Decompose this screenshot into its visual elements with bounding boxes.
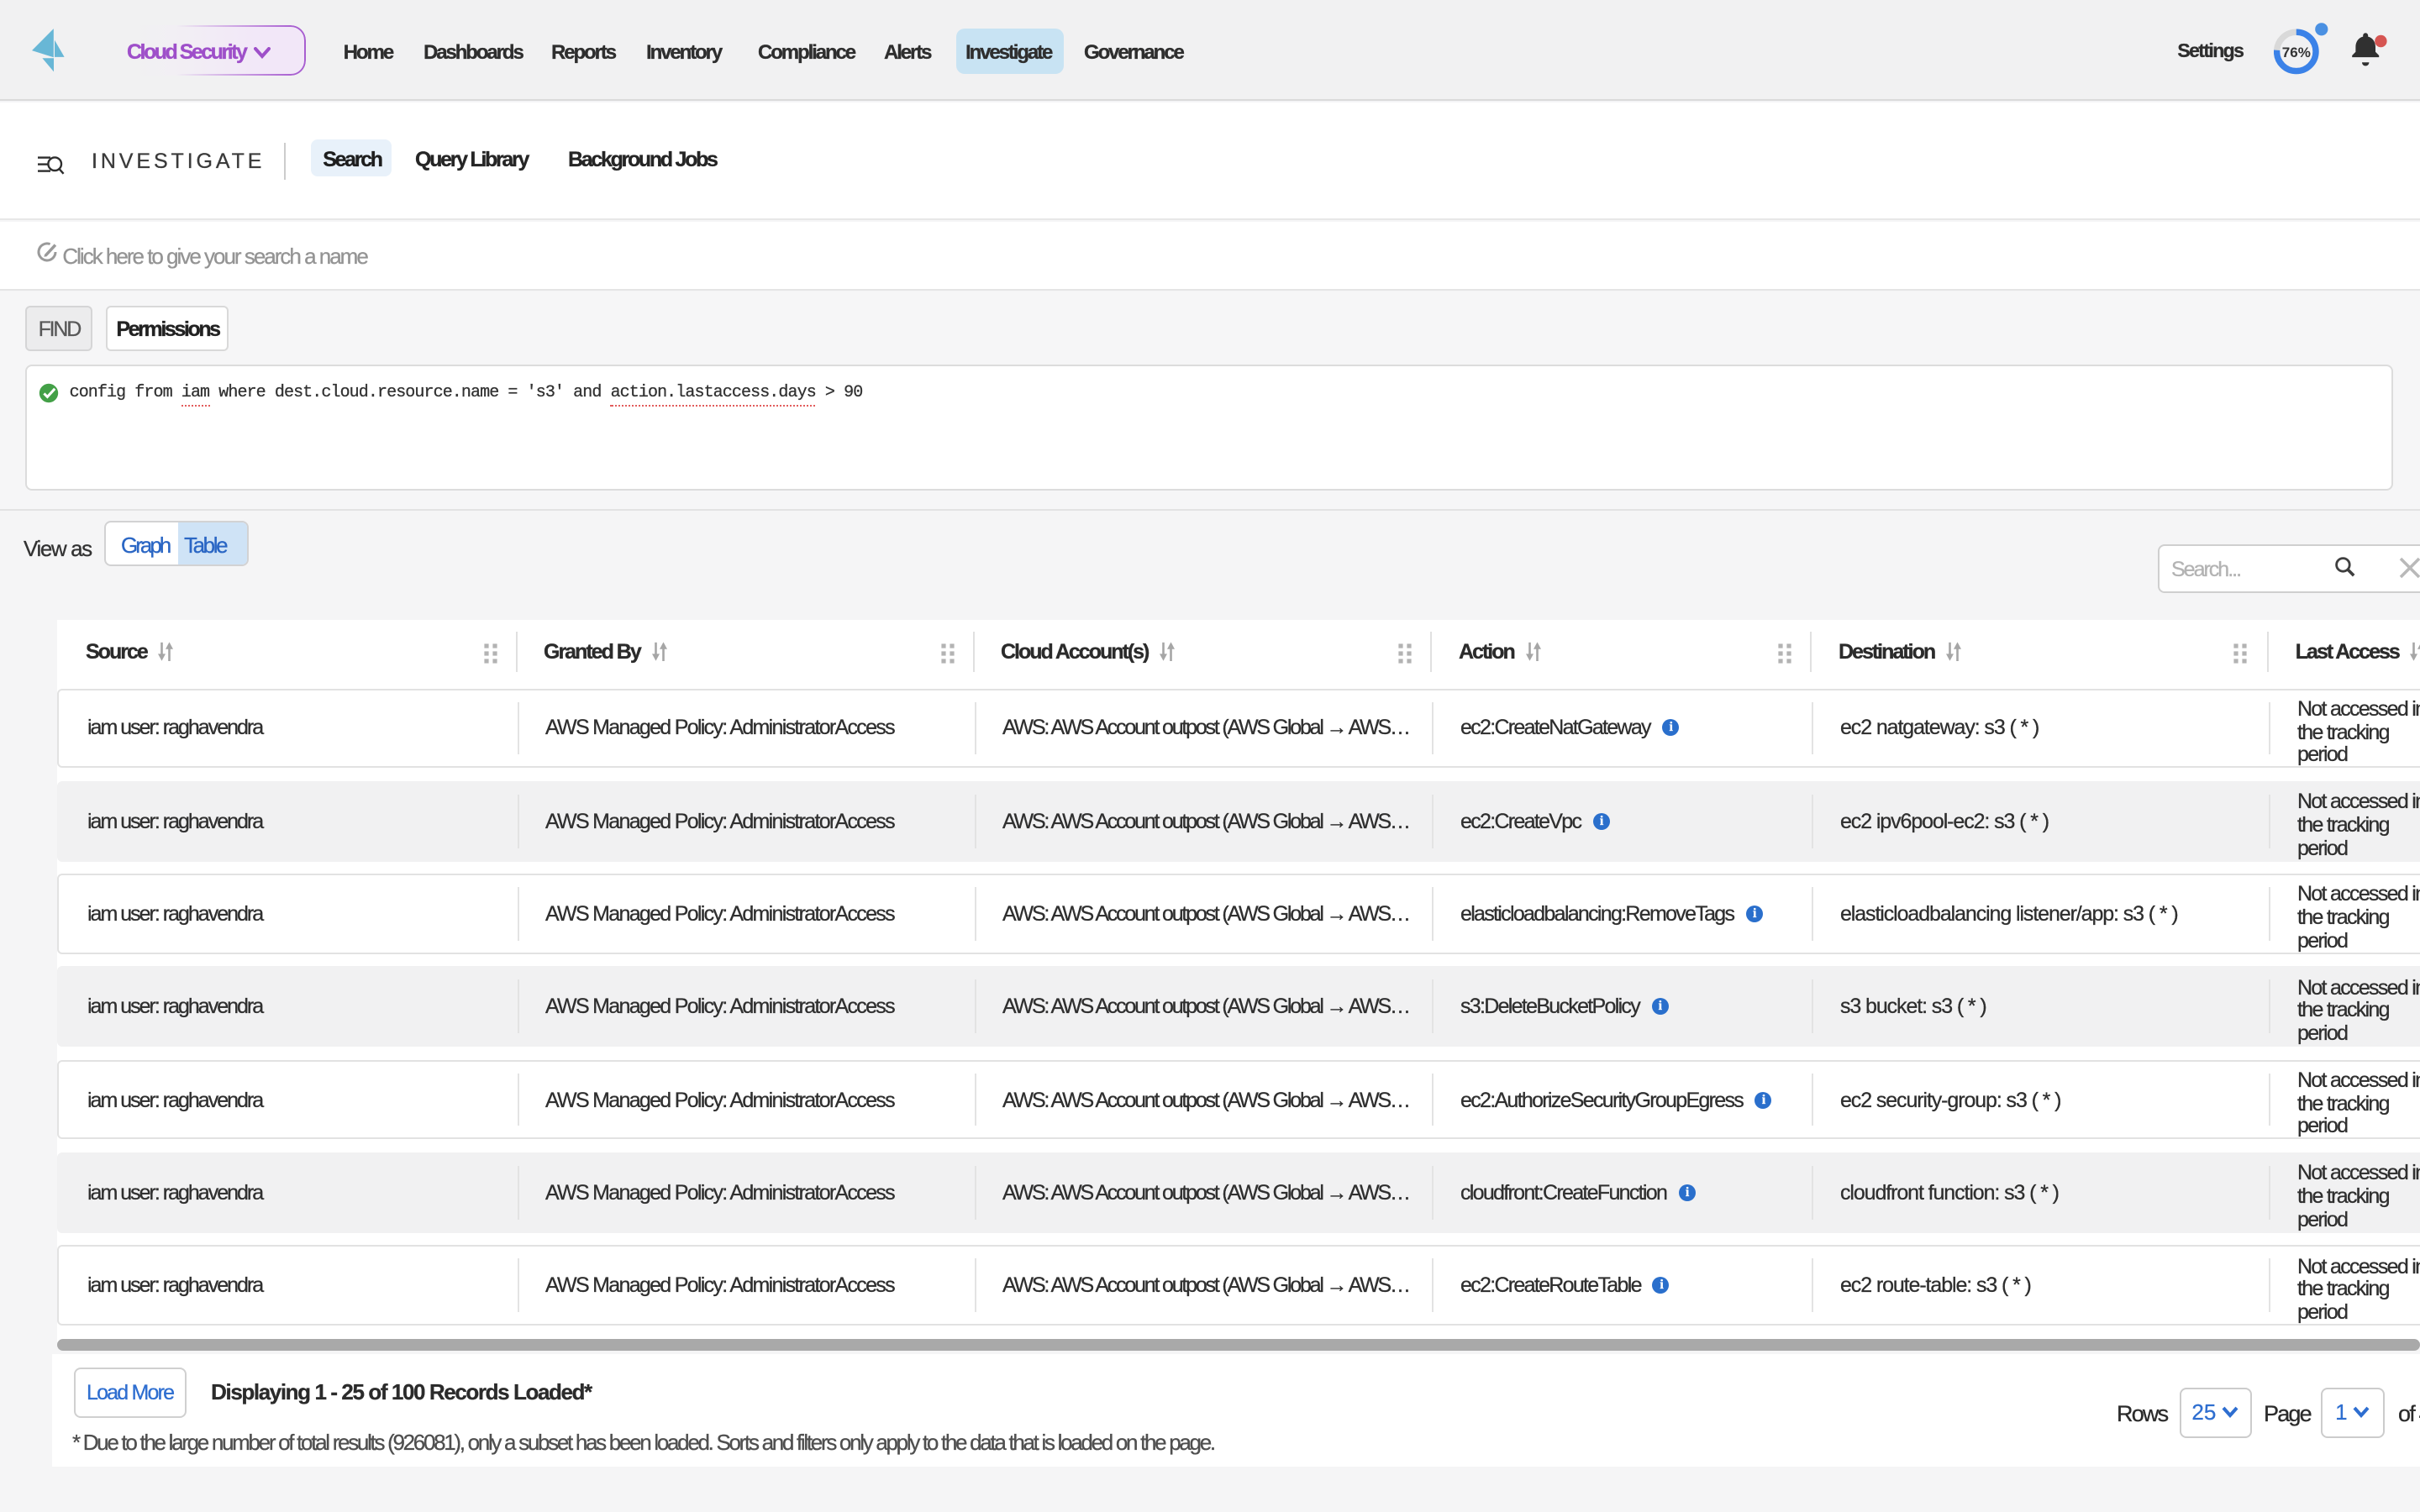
svg-text:76%: 76% bbox=[2281, 45, 2310, 60]
